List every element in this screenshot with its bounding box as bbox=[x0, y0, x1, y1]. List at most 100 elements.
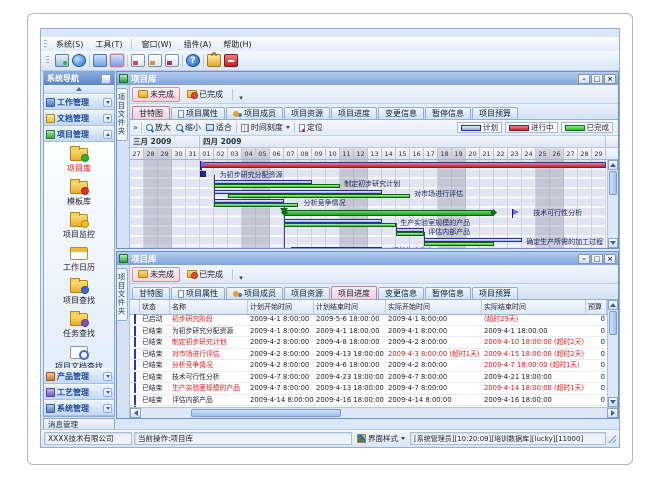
tab[interactable]: 项目属性 bbox=[171, 287, 225, 299]
tab[interactable]: 项目成员 bbox=[226, 287, 283, 299]
form-edit-icon[interactable] bbox=[148, 54, 162, 67]
menu-item[interactable]: 插件(A) bbox=[178, 38, 218, 51]
minimize-button[interactable] bbox=[578, 254, 590, 264]
tab[interactable]: 甘特图 bbox=[132, 106, 170, 119]
scroll-up-button[interactable] bbox=[608, 160, 618, 170]
sidebar-group[interactable]: 系统管理 bbox=[44, 400, 114, 416]
table-row[interactable]: 已结束生产实验室规模的产品2009-4-7 8:00:002009-4-13 1… bbox=[130, 383, 607, 395]
task-marker[interactable] bbox=[200, 171, 206, 177]
tab[interactable]: 项目进度 bbox=[331, 107, 377, 119]
toolbar-grip[interactable] bbox=[46, 56, 49, 65]
gantt-bar-plan[interactable] bbox=[291, 247, 382, 248]
scroll-down-button[interactable] bbox=[608, 397, 618, 407]
overflow-chevron-icon[interactable] bbox=[236, 85, 246, 104]
form-delete-icon[interactable] bbox=[165, 54, 179, 67]
gantt-bar-done[interactable] bbox=[396, 232, 424, 236]
menu-item[interactable]: 系统(S) bbox=[50, 38, 89, 51]
globe-icon[interactable] bbox=[72, 54, 86, 67]
sidebar-item[interactable]: 工作日历 bbox=[44, 243, 114, 276]
gantt-bar-done[interactable] bbox=[228, 194, 410, 198]
overflow-chevrons-icon[interactable] bbox=[133, 123, 138, 132]
gantt-bar-red[interactable] bbox=[200, 162, 606, 168]
gantt-window-titlebar[interactable]: 项目库 bbox=[117, 72, 618, 85]
maximize-button[interactable] bbox=[591, 254, 603, 264]
sidebar-group[interactable]: 项目管理 bbox=[44, 126, 114, 142]
column-header[interactable]: 实际结束时间 bbox=[482, 300, 586, 314]
tab[interactable]: 项目资源 bbox=[284, 287, 330, 299]
column-header[interactable]: 状态 bbox=[140, 300, 170, 314]
view-tab[interactable]: 已完成 bbox=[181, 87, 229, 102]
sidebar-item[interactable]: 模板库 bbox=[44, 177, 114, 210]
table-window-titlebar[interactable]: 项目库 bbox=[117, 252, 618, 265]
chevron-down-icon[interactable] bbox=[103, 388, 112, 397]
tab[interactable]: 项目预算 bbox=[472, 287, 518, 299]
menu-item[interactable]: 窗口(W) bbox=[135, 38, 177, 51]
scroll-left-button[interactable] bbox=[130, 408, 141, 418]
sidebar-item[interactable]: 项目文档查找 bbox=[44, 342, 114, 368]
chevron-down-icon[interactable] bbox=[103, 114, 112, 123]
scroll-thumb[interactable] bbox=[609, 171, 617, 195]
tab[interactable]: 暂停信息 bbox=[425, 107, 471, 119]
table-row[interactable]: 已结束技术可行性分析2009-4-7 8:00:002009-4-23 18:0… bbox=[130, 372, 607, 384]
zoom-out-tool[interactable]: 缩小 bbox=[175, 122, 202, 133]
table-row[interactable]: 已启动初步研究阶段2009-4-1 8:00:002009-5-6 18:00:… bbox=[130, 314, 607, 326]
project-folder-vertical-tab[interactable]: 项目文件夹 bbox=[117, 88, 128, 141]
flag-marker[interactable] bbox=[512, 209, 513, 218]
table-row[interactable]: 已结束制定初步研究计划2009-4-2 8:00:002009-4-8 18:0… bbox=[130, 337, 607, 349]
monitor-icon[interactable] bbox=[55, 54, 69, 67]
overflow-chevron-icon[interactable] bbox=[236, 265, 246, 284]
column-header[interactable]: 实际开始时间 bbox=[386, 300, 482, 314]
scroll-thumb[interactable] bbox=[609, 311, 617, 335]
menu-item[interactable]: 工具(T) bbox=[89, 38, 128, 51]
tab[interactable]: 项目资源 bbox=[284, 107, 330, 119]
sidebar-item[interactable]: 项目查找 bbox=[44, 276, 114, 309]
gantt-bar-done[interactable] bbox=[214, 184, 340, 188]
view-tab[interactable]: 未完成 bbox=[132, 267, 180, 282]
tab[interactable]: 甘特图 bbox=[132, 287, 170, 299]
scroll-right-button[interactable] bbox=[607, 408, 618, 418]
table-row[interactable]: 已结束评估内部产品2009-4-14 8:00:002009-4-16 18:0… bbox=[130, 395, 607, 407]
scroll-track[interactable] bbox=[608, 336, 618, 397]
flag-marker[interactable] bbox=[200, 161, 201, 170]
tab[interactable]: 变更信息 bbox=[378, 107, 424, 119]
folder-open-icon[interactable] bbox=[93, 54, 107, 67]
scroll-up-button[interactable] bbox=[608, 300, 618, 310]
menubar-grip[interactable] bbox=[44, 40, 47, 49]
exit-icon[interactable] bbox=[224, 54, 238, 67]
sidebar-collapse-button[interactable] bbox=[44, 85, 114, 94]
form-new-icon[interactable] bbox=[131, 54, 145, 67]
sidebar-item[interactable]: 项目库 bbox=[44, 144, 114, 177]
chevron-down-icon[interactable] bbox=[103, 372, 112, 381]
chevron-down-icon[interactable] bbox=[103, 404, 112, 413]
tab[interactable]: 项目预算 bbox=[472, 107, 518, 119]
chevron-down-icon[interactable] bbox=[103, 98, 112, 107]
tab[interactable]: 暂停信息 bbox=[425, 287, 471, 299]
maximize-button[interactable] bbox=[591, 74, 603, 84]
resize-grip[interactable] bbox=[608, 435, 616, 443]
table-row[interactable]: 已结束确定生产所需的加工过程2009-4-17 8:00:002009-4-23… bbox=[130, 406, 607, 407]
view-tab[interactable]: 已完成 bbox=[181, 267, 229, 282]
chevron-up-icon[interactable] bbox=[103, 130, 112, 139]
scroll-track[interactable] bbox=[608, 196, 618, 238]
column-header[interactable]: 名称 bbox=[170, 300, 248, 314]
sidebar-group[interactable]: 工作管理 bbox=[44, 94, 114, 110]
view-tab[interactable]: 未完成 bbox=[132, 87, 180, 102]
folder-save-icon[interactable] bbox=[110, 54, 124, 67]
sidebar-group[interactable]: 工艺管理 bbox=[44, 384, 114, 400]
tab[interactable]: 变更信息 bbox=[378, 287, 424, 299]
gantt-bar-done[interactable] bbox=[424, 242, 494, 246]
sidebar-group[interactable]: 产品管理 bbox=[44, 368, 114, 384]
sidebar-item[interactable]: 项目监控 bbox=[44, 210, 114, 243]
scale-tool[interactable]: 时间刻度 bbox=[240, 122, 291, 133]
tab[interactable]: 项目进度 bbox=[331, 286, 377, 299]
locate-tool[interactable]: 定位 bbox=[298, 122, 324, 133]
ui-style-button[interactable]: 界面样式 bbox=[354, 432, 408, 445]
sidebar-item[interactable]: 任务查找 bbox=[44, 309, 114, 342]
column-header[interactable]: 计划结束时间 bbox=[314, 300, 386, 314]
gantt-bar-done[interactable] bbox=[284, 223, 396, 227]
menu-item[interactable]: 帮助(H) bbox=[217, 38, 257, 51]
table-row[interactable]: 已结束为初步研究分配资源2009-4-1 8:00:002009-4-1 18:… bbox=[130, 326, 607, 338]
scroll-down-button[interactable] bbox=[608, 238, 618, 248]
minimize-button[interactable] bbox=[578, 74, 590, 84]
pin-icon[interactable] bbox=[101, 74, 111, 84]
